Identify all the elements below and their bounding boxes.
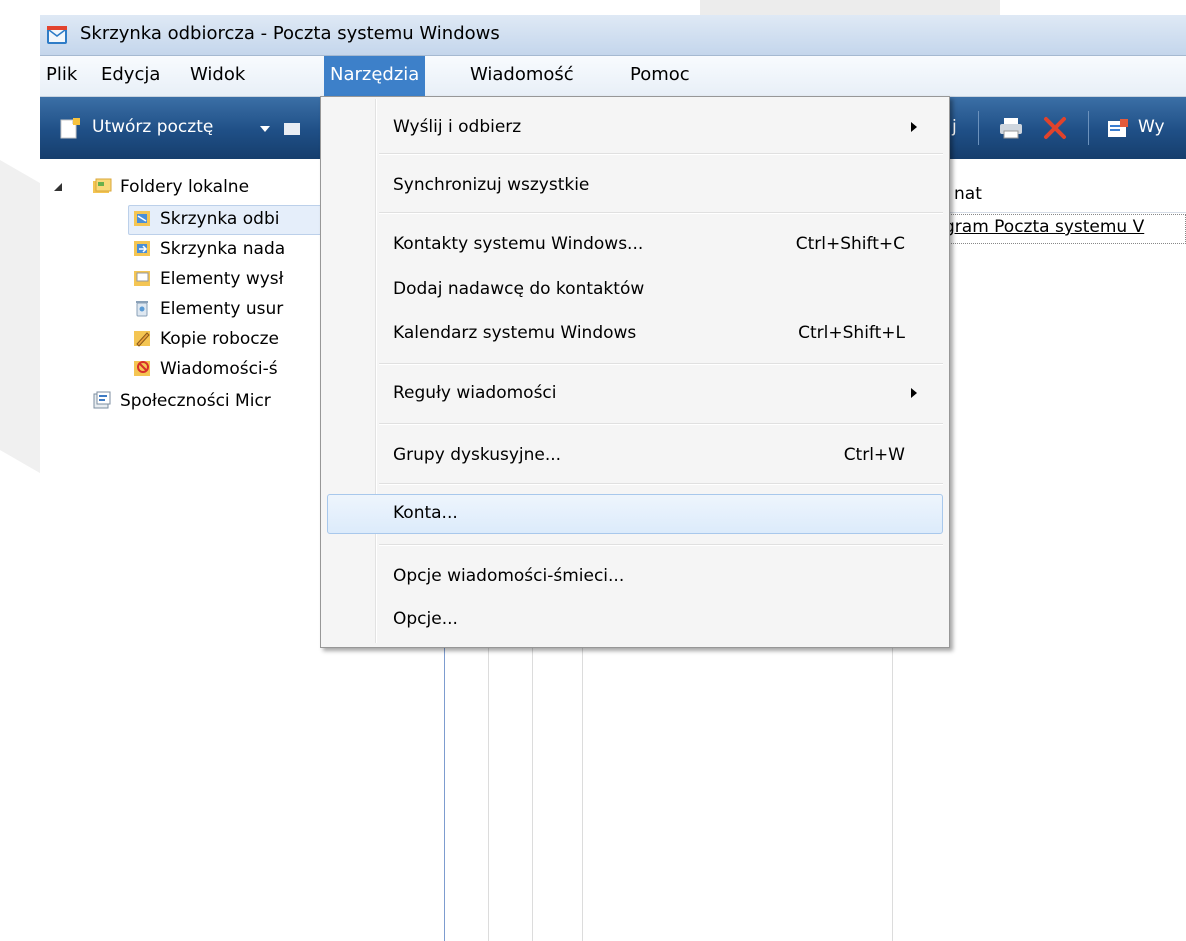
- menu-item-label: Kalendarz systemu Windows: [393, 323, 637, 343]
- menu-item-label: Kontakty systemu Windows...: [393, 234, 644, 254]
- menu-edit[interactable]: Edycja: [95, 56, 166, 96]
- menu-item-accounts[interactable]: Konta...: [323, 493, 945, 534]
- folder-local-label: Foldery lokalne: [120, 177, 250, 197]
- inbox-icon: [134, 211, 150, 226]
- outbox-icon: [134, 241, 150, 256]
- submenu-arrow-icon: [911, 122, 917, 132]
- send-receive-icon: [1108, 119, 1128, 137]
- drafts-pencil-icon: [134, 331, 150, 347]
- menu-item-label: Opcje wiadomości-śmieci...: [393, 566, 625, 586]
- menu-separator: [379, 423, 943, 425]
- menu-item-label: Dodaj nadawcę do kontaktów: [393, 279, 645, 299]
- menu-separator: [379, 363, 943, 365]
- menu-item-shortcut: Ctrl+W: [843, 445, 905, 465]
- menu-item-shortcut: Ctrl+Shift+L: [798, 323, 905, 343]
- folder-communities-label: Społeczności Micr: [120, 391, 271, 411]
- local-folders-icon: [93, 178, 112, 193]
- menu-item-windows-calendar[interactable]: Kalendarz systemu Windows Ctrl+Shift+L: [323, 313, 945, 353]
- toolbar-partial-label: j: [952, 117, 957, 137]
- folder-sent-label: Elementy wysł: [160, 269, 284, 289]
- folder-outbox-label: Skrzynka nada: [160, 239, 286, 259]
- folder-junk-label: Wiadomości-ś: [160, 359, 278, 379]
- menu-message[interactable]: Wiadomość: [464, 56, 580, 96]
- print-button[interactable]: [990, 97, 1030, 159]
- new-mail-icon: [60, 118, 80, 139]
- message-subject: gram Poczta systemu V: [944, 217, 1145, 237]
- menu-item-label: Grupy dyskusyjne...: [393, 445, 562, 465]
- windows-mail-icon: [47, 26, 67, 44]
- menu-item-label: Opcje...: [393, 609, 458, 629]
- expand-triangle-icon[interactable]: [54, 183, 62, 191]
- menu-item-send-receive[interactable]: Wyślij i odbierz: [323, 107, 945, 147]
- sent-items-icon: [134, 271, 150, 286]
- menu-view[interactable]: Widok: [184, 56, 251, 96]
- subject-column-header[interactable]: nat: [954, 184, 982, 204]
- menu-item-windows-contacts[interactable]: Kontakty systemu Windows... Ctrl+Shift+C: [323, 224, 945, 264]
- menu-item-label: Reguły wiadomości: [393, 383, 557, 403]
- toolbar-separator: [1088, 111, 1089, 145]
- folder-deleted-label: Elementy usur: [160, 299, 284, 319]
- menu-file[interactable]: Plik: [40, 56, 83, 96]
- tools-menu-dropdown: Wyślij i odbierz Synchronizuj wszystkie …: [320, 96, 950, 648]
- create-mail-label: Utwórz pocztę: [92, 117, 214, 137]
- menu-item-junk-options[interactable]: Opcje wiadomości-śmieci...: [323, 556, 945, 596]
- send-receive-button[interactable]: Wy: [1100, 97, 1186, 159]
- folder-inbox-label: Skrzynka odbi: [160, 209, 280, 229]
- menu-item-label: Wyślij i odbierz: [393, 117, 522, 137]
- recycle-bin-icon: [136, 301, 148, 317]
- communities-icon: [93, 391, 111, 409]
- chevron-down-icon[interactable]: [260, 126, 270, 132]
- title-bar: Skrzynka odbiorcza - Poczta systemu Wind…: [40, 15, 1186, 56]
- menu-help[interactable]: Pomoc: [624, 56, 696, 96]
- send-receive-label: Wy: [1138, 117, 1165, 137]
- menu-item-options[interactable]: Opcje...: [323, 599, 945, 639]
- menu-bar: Plik Edycja Widok Narzędzia Wiadomość Po…: [40, 56, 1186, 97]
- menu-separator: [379, 544, 943, 546]
- menu-separator: [379, 483, 943, 485]
- menu-item-shortcut: Ctrl+Shift+C: [795, 234, 905, 254]
- menu-item-label: Synchronizuj wszystkie: [393, 175, 590, 195]
- background-decoration: [0, 160, 44, 476]
- toolbar-separator: [978, 111, 979, 145]
- menu-item-label: Konta...: [393, 503, 458, 523]
- printer-icon: [1000, 118, 1022, 139]
- menu-separator: [379, 153, 943, 155]
- menu-separator: [379, 212, 943, 214]
- submenu-arrow-icon: [911, 388, 917, 398]
- menu-item-sync-all[interactable]: Synchronizuj wszystkie: [323, 165, 945, 205]
- folder-drafts-label: Kopie robocze: [160, 329, 280, 349]
- menu-tools[interactable]: Narzędzia: [324, 56, 426, 96]
- menu-item-newsgroups[interactable]: Grupy dyskusyjne... Ctrl+W: [323, 435, 945, 475]
- delete-button[interactable]: [1036, 97, 1076, 159]
- menu-item-add-sender[interactable]: Dodaj nadawcę do kontaktów: [323, 269, 945, 309]
- create-mail-button[interactable]: Utwórz pocztę: [48, 97, 348, 159]
- junk-mail-icon: [134, 361, 150, 376]
- menu-item-message-rules[interactable]: Reguły wiadomości: [323, 373, 945, 413]
- window-title: Skrzynka odbiorcza - Poczta systemu Wind…: [80, 23, 500, 44]
- delete-x-icon: [1044, 117, 1066, 139]
- reply-icon: [284, 123, 300, 135]
